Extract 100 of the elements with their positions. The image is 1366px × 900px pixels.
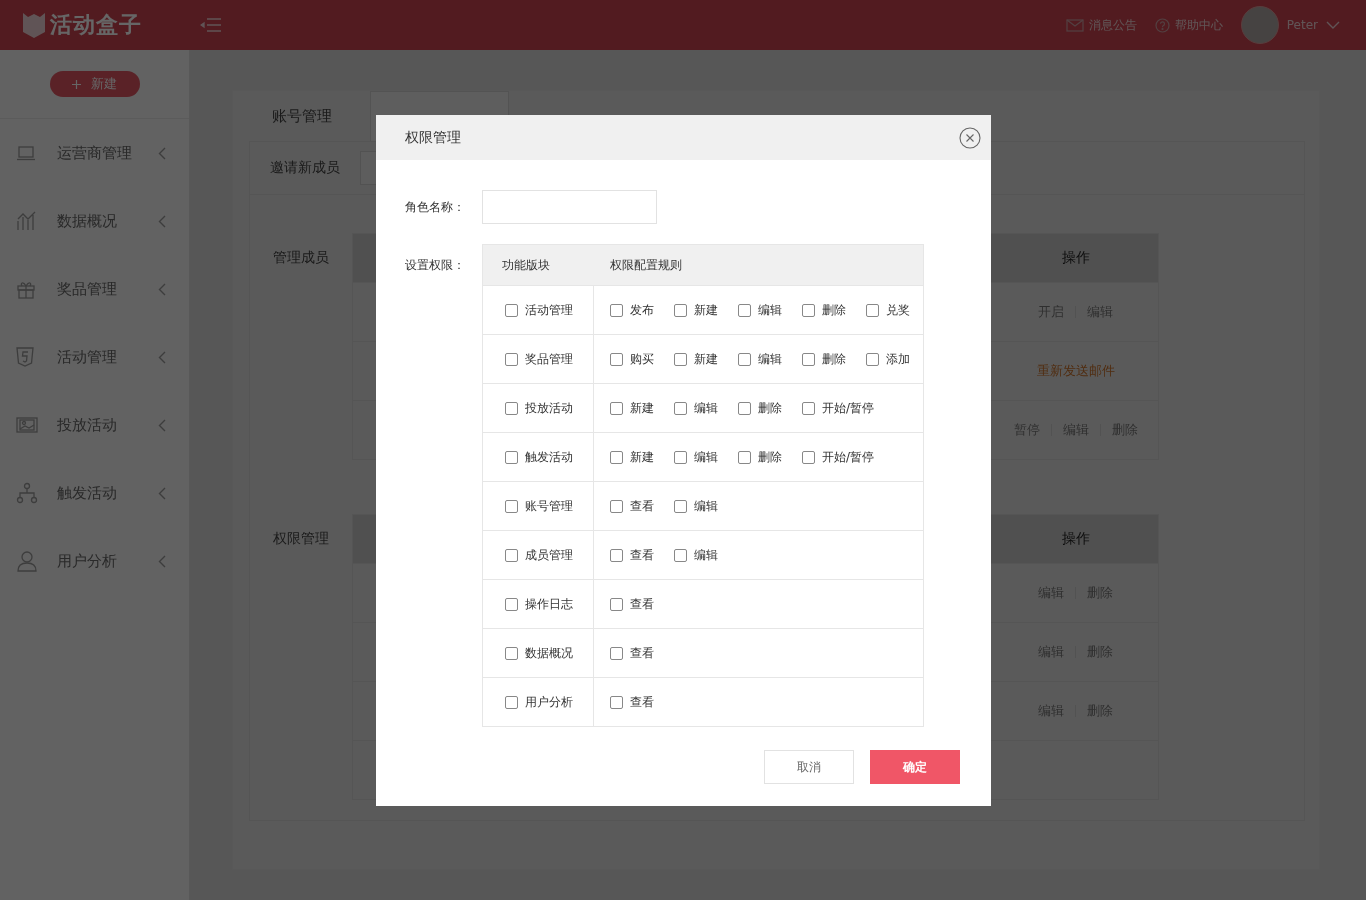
checkbox-label: 编辑: [694, 497, 718, 515]
checkbox-label: 奖品管理: [525, 350, 573, 368]
checkbox-label: 查看: [630, 497, 654, 515]
chevron-left-icon: [158, 214, 166, 228]
checkbox-label: 查看: [630, 644, 654, 662]
checkbox-label: 成员管理: [525, 546, 573, 564]
checkbox[interactable]: [610, 548, 623, 562]
chevron-left-icon: [158, 282, 166, 296]
checkbox[interactable]: [610, 401, 623, 415]
chevron-left-icon: [158, 418, 166, 432]
checkbox[interactable]: [505, 597, 518, 611]
checkbox[interactable]: [802, 450, 815, 464]
checkbox[interactable]: [738, 303, 751, 317]
chevron-left-icon: [158, 486, 166, 500]
checkbox-label: 新建: [630, 448, 654, 466]
chevron-left-icon: [158, 554, 166, 568]
checkbox[interactable]: [505, 548, 518, 562]
checkbox[interactable]: [674, 352, 687, 366]
checkbox[interactable]: [610, 597, 623, 611]
checkbox[interactable]: [802, 352, 815, 366]
checkbox-label: 删除: [758, 448, 782, 466]
checkbox[interactable]: [738, 352, 751, 366]
chart-icon: [16, 211, 38, 231]
hierarchy-icon: [16, 482, 38, 504]
laptop-icon: [16, 145, 36, 161]
checkbox[interactable]: [505, 303, 518, 317]
checkbox-label: 账号管理: [525, 497, 573, 515]
checkbox-label: 删除: [822, 301, 846, 319]
chevron-left-icon: [158, 350, 166, 364]
checkbox[interactable]: [738, 401, 751, 415]
checkbox[interactable]: [505, 450, 518, 464]
column-header: 操作: [1060, 248, 1091, 267]
checkbox-label: 用户分析: [525, 693, 573, 711]
field-label: 设置权限：: [405, 257, 466, 274]
checkbox-label: 活动管理: [525, 301, 573, 319]
checkbox-label: 新建: [694, 301, 718, 319]
sidebar-item[interactable]: 用户分析: [0, 527, 189, 595]
checkbox[interactable]: [505, 352, 518, 366]
checkbox-label: 数据概况: [525, 644, 573, 662]
checkbox-label: 新建: [630, 399, 654, 417]
help-icon: [1154, 17, 1170, 33]
checkbox[interactable]: [674, 450, 687, 464]
field-label: 角色名称：: [405, 198, 466, 216]
checkbox[interactable]: [505, 695, 518, 709]
sidebar-item[interactable]: 投放活动: [0, 391, 189, 459]
checkbox-label: 编辑: [694, 448, 718, 466]
close-icon[interactable]: [959, 126, 981, 149]
checkbox[interactable]: [505, 499, 518, 513]
confirm-button[interactable]: 确定: [870, 750, 960, 784]
plus-icon: [72, 79, 81, 89]
checkbox-label: 查看: [630, 546, 654, 564]
section-label: 管理成员: [272, 248, 330, 267]
checkbox[interactable]: [674, 548, 687, 562]
checkbox-label: 编辑: [694, 546, 718, 564]
checkbox[interactable]: [610, 352, 623, 366]
sidebar-item[interactable]: 触发活动: [0, 459, 189, 527]
checkbox[interactable]: [866, 303, 879, 317]
checkbox[interactable]: [505, 646, 518, 660]
checkbox[interactable]: [674, 499, 687, 513]
checkbox-label: 操作日志: [525, 595, 573, 613]
checkbox[interactable]: [610, 450, 623, 464]
checkbox-label: 查看: [630, 595, 654, 613]
action-link[interactable]: 重新发送邮件: [1036, 362, 1115, 380]
checkbox[interactable]: [610, 695, 623, 709]
page-tab[interactable]: 账号管理: [233, 91, 370, 141]
checkbox-label: 添加: [886, 350, 910, 368]
cancel-button[interactable]: 取消: [764, 750, 854, 784]
checkbox[interactable]: [505, 401, 518, 415]
checkbox[interactable]: [802, 303, 815, 317]
checkbox-label: 发布: [630, 301, 654, 319]
checkbox-label: 删除: [758, 399, 782, 417]
checkbox[interactable]: [610, 646, 623, 660]
checkbox-label: 购买: [630, 350, 654, 368]
picture-icon: [16, 417, 38, 433]
checkbox-label: 编辑: [758, 350, 782, 368]
checkbox-label: 删除: [822, 350, 846, 368]
checkbox-label: 编辑: [758, 301, 782, 319]
shield-five-icon: [16, 347, 34, 367]
checkbox-label: 投放活动: [525, 399, 573, 417]
checkbox-label: 查看: [630, 693, 654, 711]
menu-toggle-icon[interactable]: [200, 17, 222, 33]
role-name-input[interactable]: [482, 190, 657, 224]
box-logo-icon: [22, 12, 46, 38]
checkbox[interactable]: [866, 352, 879, 366]
checkbox-label: 编辑: [694, 399, 718, 417]
chevron-left-icon: [158, 146, 166, 160]
checkbox[interactable]: [674, 401, 687, 415]
logo-text: 活动盒子: [50, 14, 142, 36]
chevron-down-icon[interactable]: [1326, 21, 1340, 29]
checkbox[interactable]: [610, 303, 623, 317]
dialog-title: 权限管理: [405, 128, 461, 147]
checkbox-label: 新建: [694, 350, 718, 368]
mail-icon: [1065, 18, 1084, 32]
invite-label: 邀请新成员: [269, 159, 341, 177]
checkbox-label: 触发活动: [525, 448, 573, 466]
checkbox[interactable]: [610, 499, 623, 513]
sidebar-item[interactable]: 数据概况: [0, 187, 189, 255]
checkbox[interactable]: [802, 401, 815, 415]
checkbox[interactable]: [738, 450, 751, 464]
checkbox[interactable]: [674, 303, 687, 317]
